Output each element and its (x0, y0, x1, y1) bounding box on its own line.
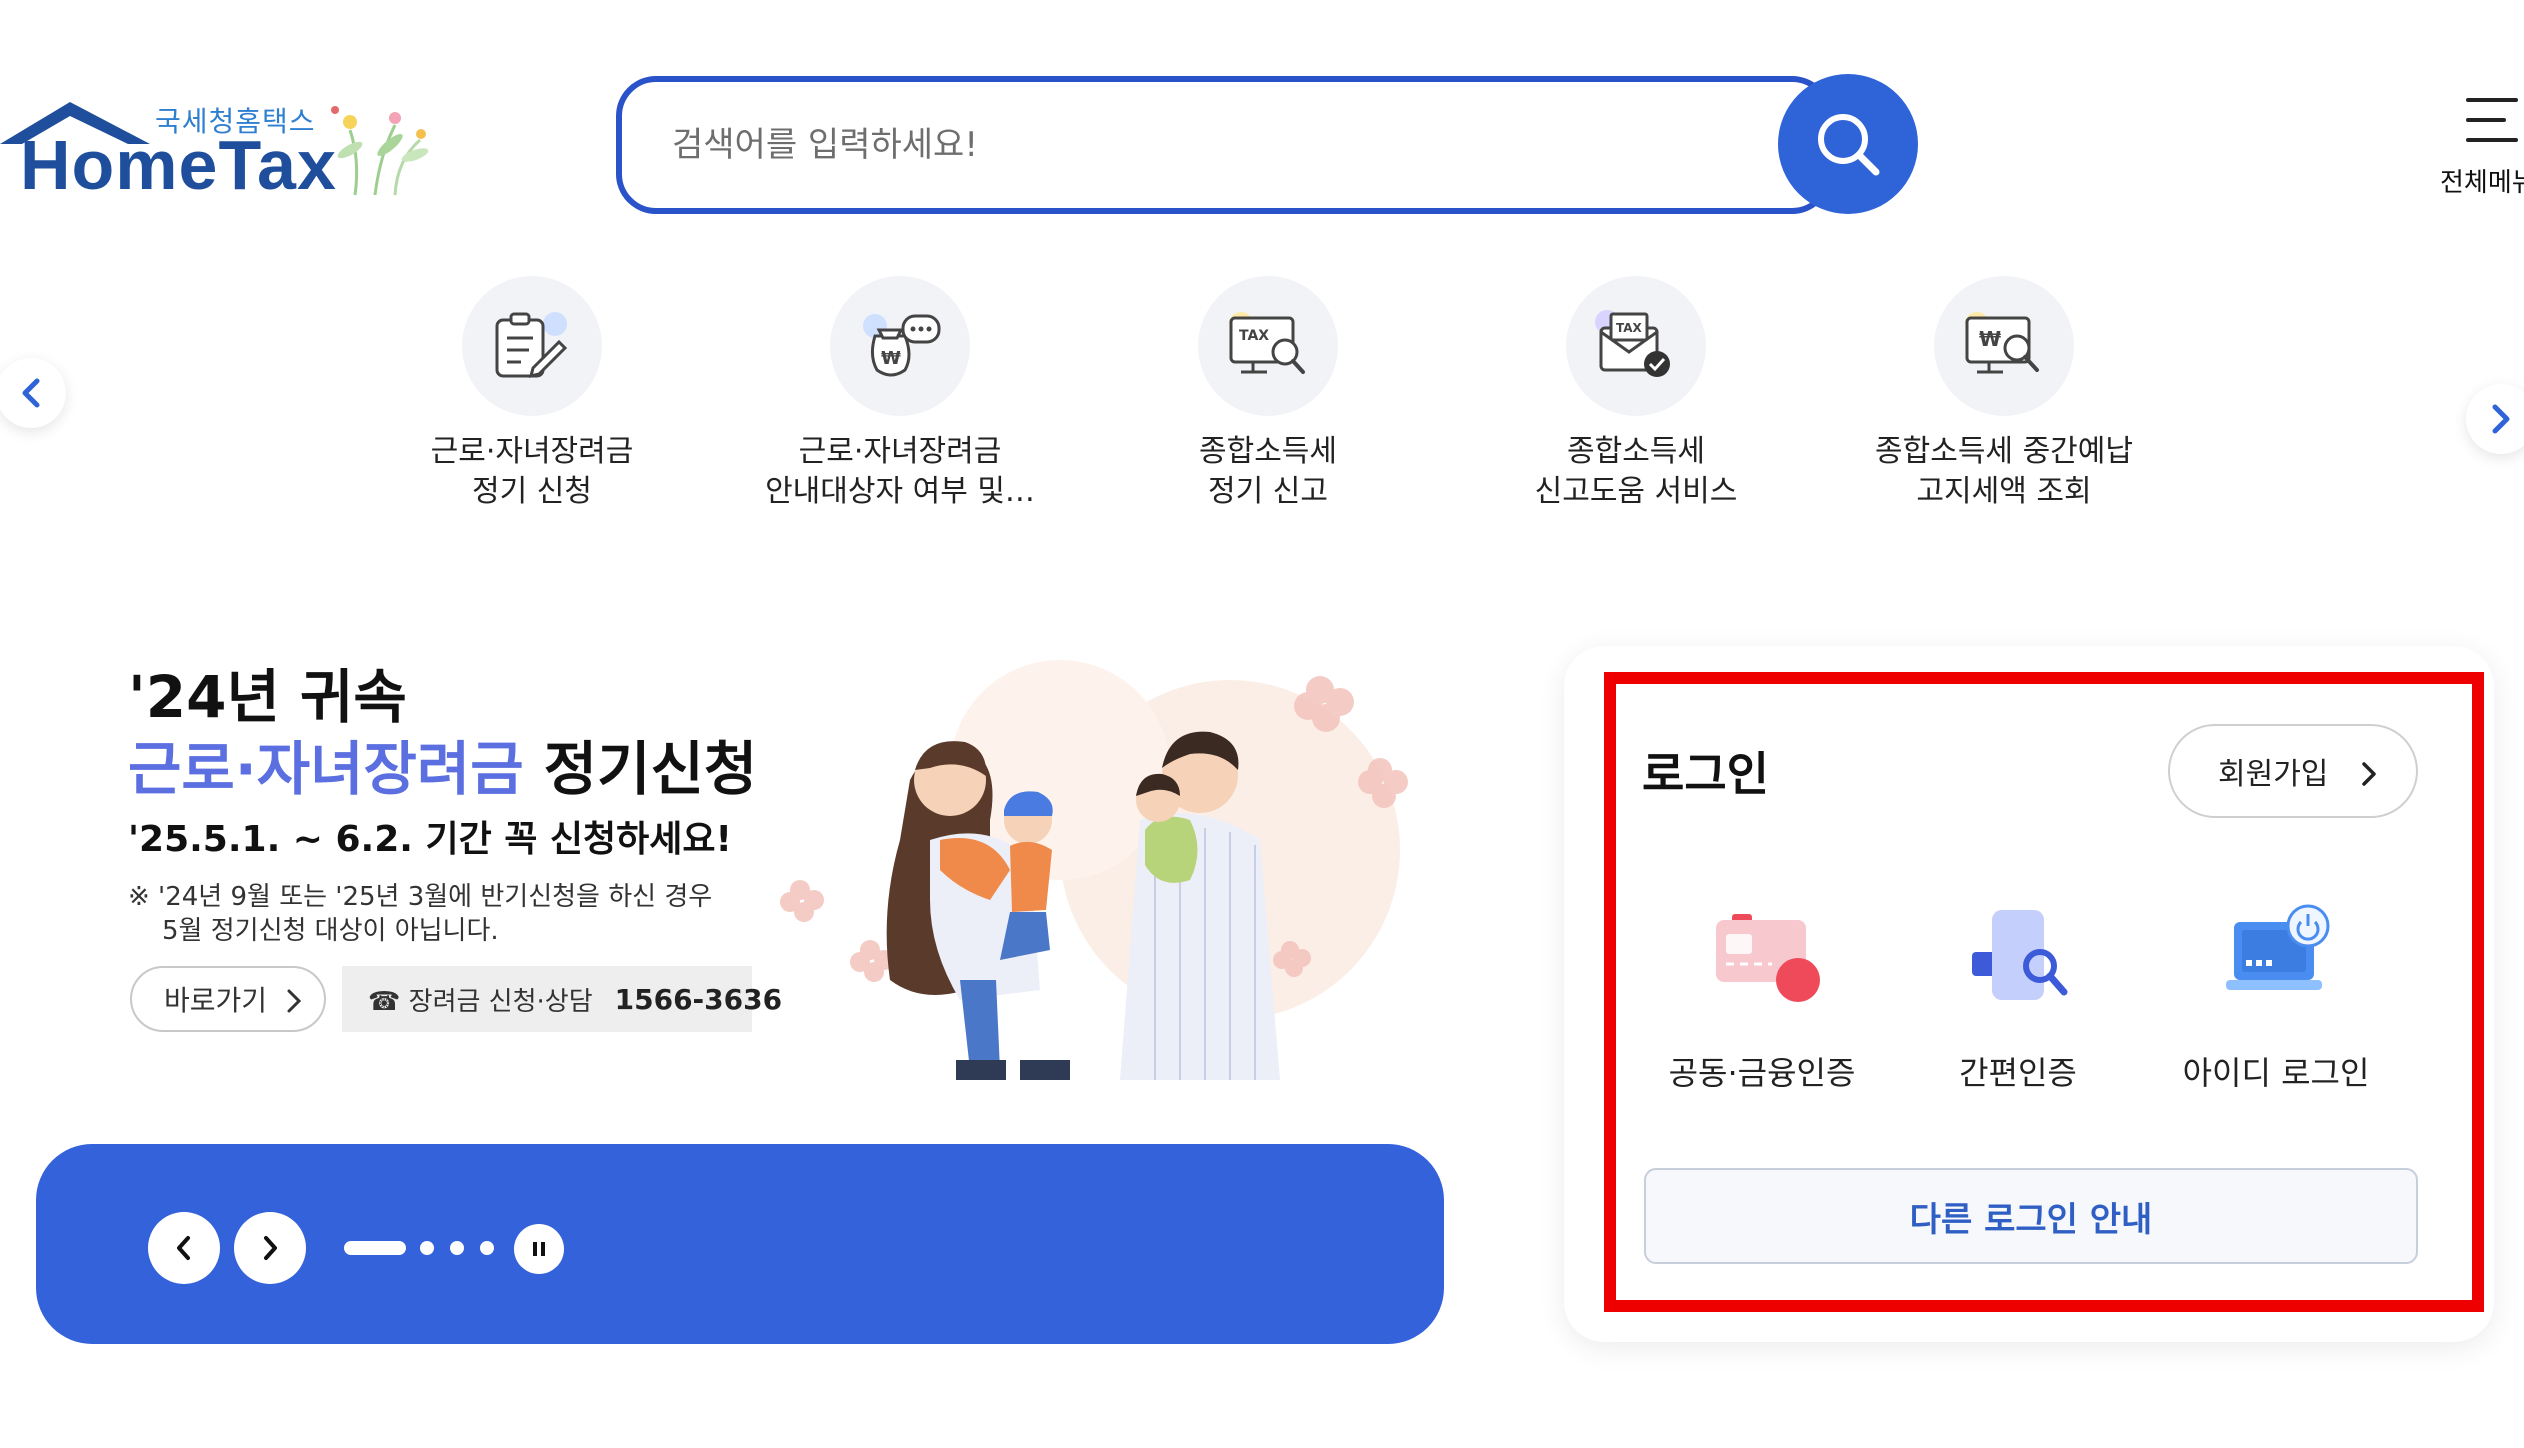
quick-menu-label: 종합소득세 중간예납 고지세액 조회 (1875, 434, 2133, 509)
login-option-simple[interactable]: 간편인증 (1888, 900, 2148, 1100)
quick-menu-item[interactable]: TAX 종합소득세 신고도움 서비스 (1466, 276, 1806, 516)
pause-icon (533, 1242, 545, 1256)
search-box (616, 76, 1832, 214)
phone-number: 1566-3636 (614, 982, 783, 1016)
quick-icon-circle: TAX (1566, 276, 1706, 416)
won-monitor-search-icon: ₩ (1965, 312, 2039, 374)
svg-text:₩: ₩ (1979, 327, 2001, 351)
quick-menu-label: 종합소득세 정기 신고 (1199, 434, 1337, 509)
tax-envelope-check-icon: TAX (1595, 310, 1670, 377)
flower-decoration-icon (331, 106, 429, 196)
login-option-label: 아이디 로그인 (2182, 1054, 2370, 1092)
full-menu-label: 전체메뉴 (2440, 168, 2524, 198)
login-option-id[interactable]: 아이디 로그인 (2146, 900, 2406, 1100)
main-banner[interactable]: '24년 귀속 근로·자녀장려금 정기신청 '25.5.1. ~ 6.2. 기간… (0, 640, 1460, 1080)
slide-indicator[interactable] (480, 1241, 494, 1255)
phone-label: ☎ 장려금 신청·상담 (368, 986, 593, 1017)
login-option-label: 간편인증 (1959, 1054, 2077, 1092)
quick-icon-circle: ₩ (1934, 276, 2074, 416)
login-option-label: 공동·금융인증 (1668, 1054, 1856, 1092)
money-bag-chat-icon: ₩ (863, 314, 941, 377)
full-menu-button[interactable]: 전체메뉴 (2430, 90, 2524, 210)
login-option-certificate[interactable]: 공동·금융인증 (1632, 900, 1892, 1100)
id-login-laptop-icon (2226, 904, 2330, 990)
certificate-card-icon (1716, 914, 1820, 1002)
banner-go-button[interactable]: 바로가기 (130, 966, 326, 1032)
quick-menu-prev-button[interactable] (0, 358, 66, 428)
signup-label: 회원가입 (2218, 757, 2329, 792)
signup-button[interactable]: 회원가입 (2168, 724, 2418, 818)
banner-period: '25.5.1. ~ 6.2. 기간 꼭 신청하세요! (128, 819, 732, 860)
chevron-right-icon (2492, 404, 2510, 434)
slide-prev-button[interactable] (148, 1212, 220, 1284)
slide-indicator-active[interactable] (344, 1241, 406, 1255)
quick-menu-item[interactable]: 근로·자녀장려금 정기 신청 (362, 276, 702, 516)
other-login-guide-button[interactable]: 다른 로그인 안내 (1644, 1168, 2418, 1264)
login-title: 로그인 (1642, 747, 1769, 801)
chevron-right-icon (287, 989, 302, 1013)
banner-phone-info: ☎ 장려금 신청·상담 1566-3636 (342, 966, 782, 1032)
quick-menu-label: 종합소득세 신고도움 서비스 (1534, 434, 1738, 509)
quick-menu-next-button[interactable] (2466, 384, 2524, 454)
banner-note: ※ '24년 9월 또는 '25년 3월에 반기신청을 하신 경우 (128, 882, 713, 912)
logo-wordmark: HomeTax (20, 126, 337, 204)
chevron-right-icon (264, 1236, 277, 1260)
banner-go-label: 바로가기 (164, 984, 268, 1017)
quick-menu-item[interactable]: ₩ 종합소득세 중간예납 고지세액 조회 (1834, 276, 2174, 516)
quick-icon-circle: ₩ (830, 276, 970, 416)
svg-text:₩: ₩ (881, 348, 901, 369)
quick-menu-label: 근로·자녀장려금 정기 신청 (430, 434, 634, 509)
hamburger-icon (2466, 98, 2518, 144)
quick-icon-circle (462, 276, 602, 416)
tax-monitor-search-icon: TAX (1229, 312, 1305, 374)
chevron-right-icon (2362, 762, 2376, 786)
quick-icon-circle: TAX (1198, 276, 1338, 416)
banner-subtitle: 근로·자녀장려금 정기신청 (128, 735, 758, 803)
family-illustration (780, 660, 1408, 1080)
slide-pause-button[interactable] (514, 1224, 564, 1274)
search-input[interactable] (672, 82, 1672, 208)
search-button[interactable] (1778, 74, 1918, 214)
svg-text:TAX: TAX (1616, 321, 1643, 335)
chevron-left-icon (177, 1236, 190, 1260)
banner-note: 5월 정기신청 대상이 아닙니다. (162, 916, 499, 946)
document-pen-icon (495, 312, 568, 379)
svg-text:TAX: TAX (1239, 328, 1269, 344)
quick-menu-item[interactable]: ₩ 근로·자녀장려금 안내대상자 여부 및… (730, 276, 1070, 516)
chevron-left-icon (22, 378, 40, 408)
slide-next-button[interactable] (234, 1212, 306, 1284)
search-icon (1818, 114, 1880, 176)
slide-indicator[interactable] (450, 1241, 464, 1255)
slide-indicator[interactable] (420, 1241, 434, 1255)
quick-menu-label: 근로·자녀장려금 안내대상자 여부 및… (765, 434, 1035, 509)
quick-menu-item[interactable]: TAX 종합소득세 정기 신고 (1098, 276, 1438, 516)
simple-auth-phone-icon (1972, 910, 2068, 1000)
